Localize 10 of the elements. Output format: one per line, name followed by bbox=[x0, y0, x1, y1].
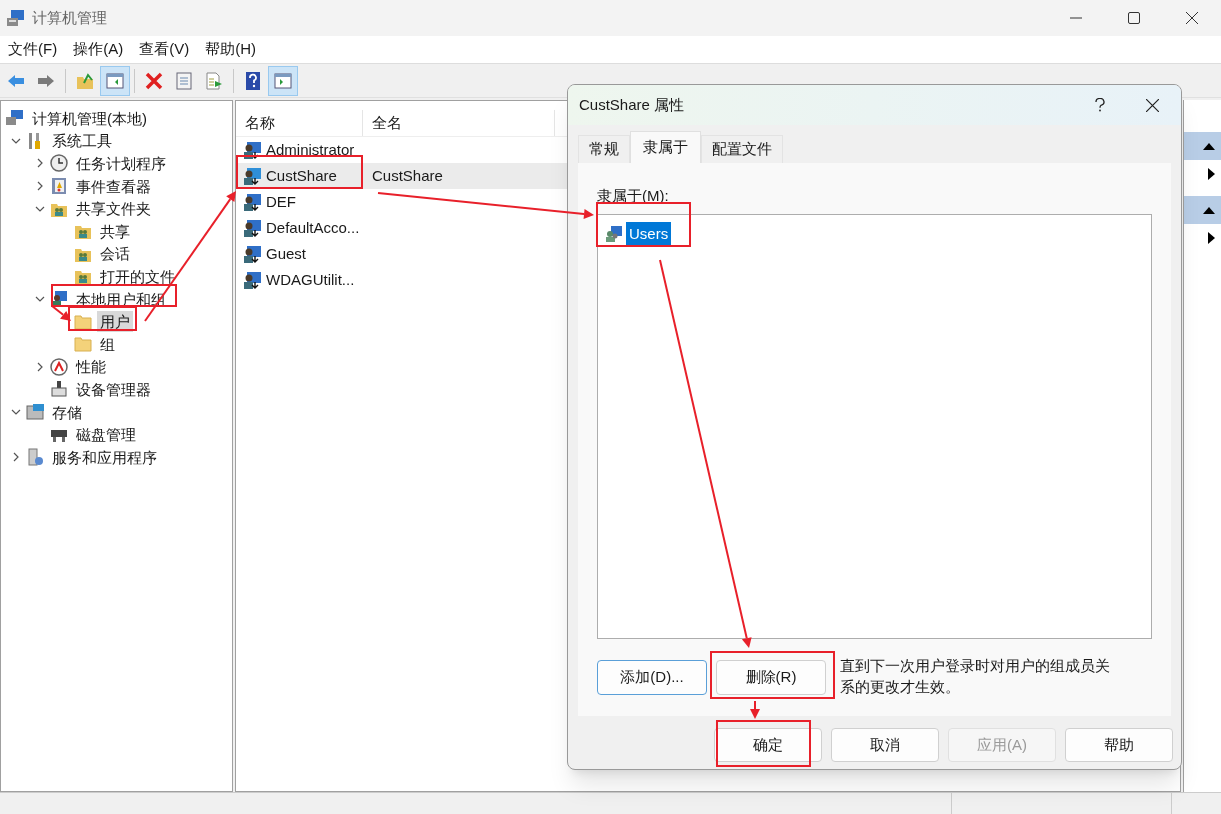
user-name: CustShare bbox=[266, 165, 337, 186]
dialog-title: CustShare 属性 bbox=[579, 94, 685, 115]
user-name: Administrator bbox=[266, 139, 355, 160]
user-name: Guest bbox=[266, 243, 307, 264]
user-name: DefaultAcco... bbox=[266, 217, 360, 238]
user-name: DEF bbox=[266, 191, 296, 212]
user-name: WDAGUtilit... bbox=[266, 269, 355, 290]
full-name: CustShare bbox=[372, 166, 443, 184]
note-text: 直到下一次用户登录时对用户的组成员关系的更改才生效。 bbox=[840, 655, 1111, 697]
window-title: 计算机管理 bbox=[32, 7, 107, 28]
